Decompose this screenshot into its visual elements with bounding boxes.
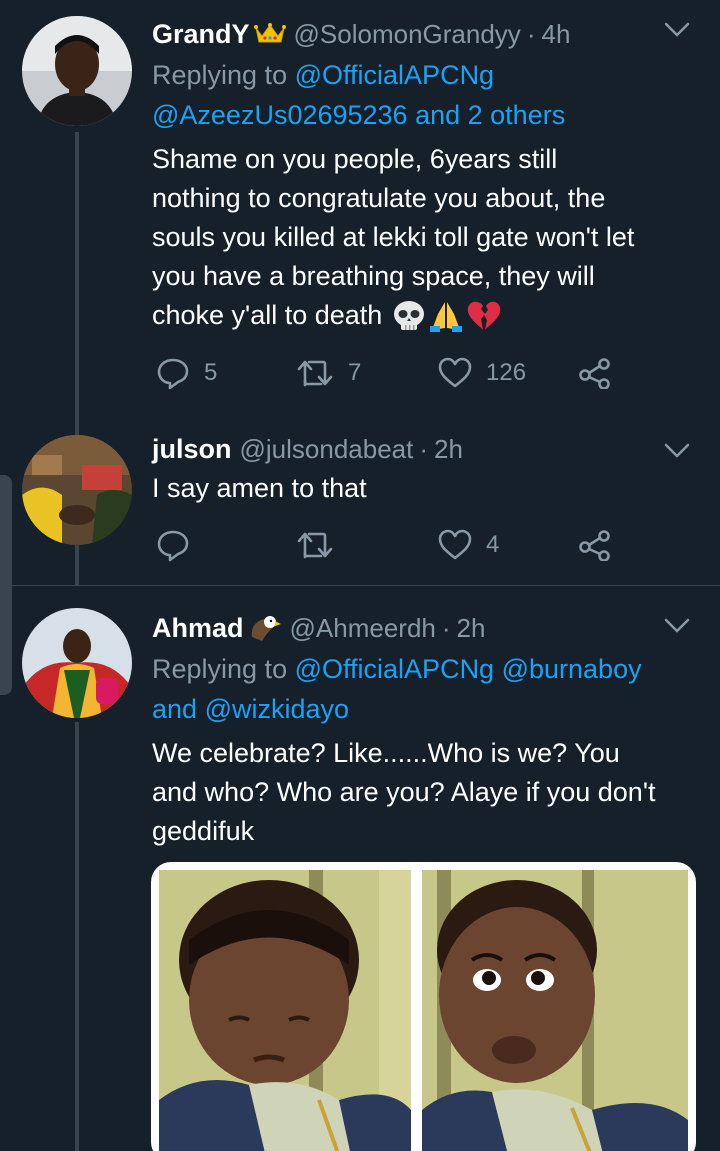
retweet-button[interactable]: [296, 525, 334, 565]
share-icon: [579, 530, 610, 561]
display-name[interactable]: Ahmad: [152, 613, 244, 644]
tweet-text: I say amen to that: [152, 469, 700, 508]
tweet-text: We celebrate? Like......Who is we? You a…: [152, 734, 700, 851]
action-bar: 5 7 126: [152, 353, 622, 393]
mention-link[interactable]: @OfficialAPCNg: [295, 654, 494, 684]
chevron-down-icon[interactable]: [664, 22, 690, 42]
photo-left[interactable]: [159, 870, 411, 1151]
display-name[interactable]: GrandY: [152, 19, 250, 50]
chevron-down-icon[interactable]: [664, 443, 690, 463]
thread-line: [75, 425, 79, 435]
heart-icon: [438, 529, 472, 560]
and-text: and: [152, 694, 198, 724]
text-line: We celebrate? Like......Who is we? You: [152, 738, 620, 768]
tweet-header: Ahmad @Ahmeerdh · 2h: [152, 608, 690, 648]
separator: ·: [419, 433, 429, 464]
avatar[interactable]: [22, 16, 132, 126]
photo-right[interactable]: [422, 870, 688, 1151]
tweet-header: julson @julsondabeat · 2h: [152, 429, 690, 469]
handle[interactable]: @SolomonGrandyy: [294, 19, 521, 50]
thread-line: [75, 132, 79, 425]
reply-icon: [157, 530, 189, 562]
media-attachment[interactable]: [151, 862, 696, 1151]
mention-link[interactable]: @burnaboy: [502, 654, 642, 684]
like-count: 4: [486, 531, 500, 558]
eagle-icon: [248, 613, 282, 643]
reply-button[interactable]: [156, 525, 190, 565]
heart-icon: [438, 357, 472, 388]
retweet-count: 7: [348, 359, 362, 386]
like-count: 126: [486, 359, 527, 386]
reply-context: Replying to @OfficialAPCNg @burnaboy and…: [152, 649, 690, 729]
reply-icon: [157, 358, 189, 390]
retweet-button[interactable]: 7: [296, 353, 361, 393]
handle[interactable]: @julsondabeat: [240, 434, 414, 465]
tweet-text: Shame on you people, 6years still nothin…: [152, 140, 700, 335]
mention-link[interactable]: @OfficialAPCNg: [295, 60, 494, 90]
timestamp[interactable]: 2h: [434, 434, 463, 465]
text-line: and who? Who are you? Alaye if you don't: [152, 777, 656, 807]
folded-hands-icon: [430, 301, 463, 332]
share-icon: [579, 358, 610, 389]
tweet-1[interactable]: GrandY @SolomonGrandyy · 4h Replying to …: [0, 0, 720, 425]
replying-to-label: Replying to: [152, 654, 288, 684]
retweet-icon: [297, 532, 333, 559]
text-line: nothing to congratulate you about, the: [152, 183, 606, 213]
text-line: choke y'all to death: [152, 300, 383, 330]
share-button[interactable]: [578, 525, 612, 565]
display-name[interactable]: julson: [152, 434, 232, 465]
timestamp[interactable]: 2h: [457, 613, 486, 644]
action-bar: 4: [152, 525, 622, 565]
text-line: you have a breathing space, they will: [152, 261, 595, 291]
separator: ·: [526, 18, 536, 49]
reply-context: Replying to @OfficialAPCNg @AzeezUs02695…: [152, 55, 690, 135]
crown-icon: [253, 22, 286, 46]
tweet-header: GrandY @SolomonGrandyy · 4h: [152, 14, 690, 54]
like-button[interactable]: 4: [438, 525, 499, 565]
thread-line: [75, 722, 79, 1151]
chevron-down-icon[interactable]: [664, 618, 690, 638]
text-line: souls you killed at lekki toll gate won'…: [152, 222, 635, 252]
timestamp[interactable]: 4h: [541, 19, 570, 50]
reply-count: 5: [204, 359, 218, 386]
retweet-icon: [297, 360, 333, 387]
thread-line: [75, 545, 79, 585]
mention-link[interactable]: @wizkidayo: [205, 694, 349, 724]
skull-icon: [394, 300, 425, 330]
avatar[interactable]: [22, 608, 132, 718]
mention-link[interactable]: @AzeezUs02695236: [152, 100, 408, 130]
text-line: geddifuk: [152, 816, 255, 846]
separator: ·: [441, 612, 451, 643]
replying-to-label: Replying to: [152, 60, 288, 90]
avatar[interactable]: [22, 435, 132, 545]
tweet-2[interactable]: julson @julsondabeat · 2h I say amen to …: [0, 425, 720, 585]
handle[interactable]: @Ahmeerdh: [290, 613, 436, 644]
others-link[interactable]: and 2 others: [415, 100, 565, 130]
like-button[interactable]: 126: [438, 353, 526, 393]
reply-button[interactable]: 5: [156, 353, 217, 393]
broken-heart-icon: [468, 301, 501, 330]
share-button[interactable]: [578, 353, 612, 393]
text-line: Shame on you people, 6years still: [152, 144, 558, 174]
text-line: I say amen to that: [152, 473, 367, 503]
